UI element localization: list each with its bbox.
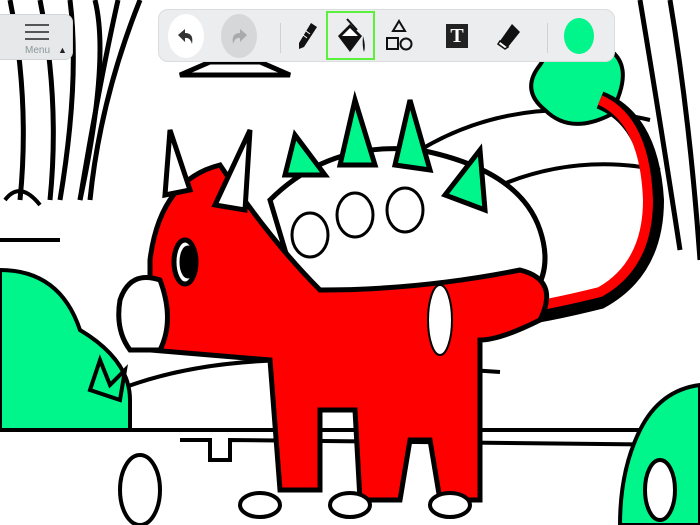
menu-button[interactable]: Menu ▲ <box>0 14 73 60</box>
tent-shape <box>179 59 291 78</box>
undo-button[interactable] <box>168 14 204 58</box>
redo-button[interactable] <box>221 14 257 58</box>
undo-icon <box>178 29 193 44</box>
toolbar: T <box>158 9 615 62</box>
redo-icon <box>232 29 247 44</box>
eraser-icon <box>496 24 520 50</box>
menu-label: Menu <box>25 45 51 56</box>
separator <box>547 23 548 53</box>
eraser-tool[interactable] <box>491 16 527 56</box>
shapes-icon <box>386 19 413 51</box>
text-tool[interactable]: T <box>439 16 475 56</box>
pencil-icon <box>299 23 317 49</box>
hamburger-icon <box>25 24 49 45</box>
coloring-canvas[interactable] <box>0 0 700 525</box>
fill-bucket-tool[interactable] <box>326 11 375 60</box>
fill-bucket-icon <box>337 17 365 52</box>
pencil-tool[interactable] <box>289 16 325 56</box>
caret-up-icon: ▲ <box>58 45 67 55</box>
shapes-tool[interactable] <box>381 16 417 56</box>
color-picker-button[interactable] <box>564 18 594 54</box>
text-icon: T <box>446 24 468 48</box>
separator <box>280 23 281 53</box>
